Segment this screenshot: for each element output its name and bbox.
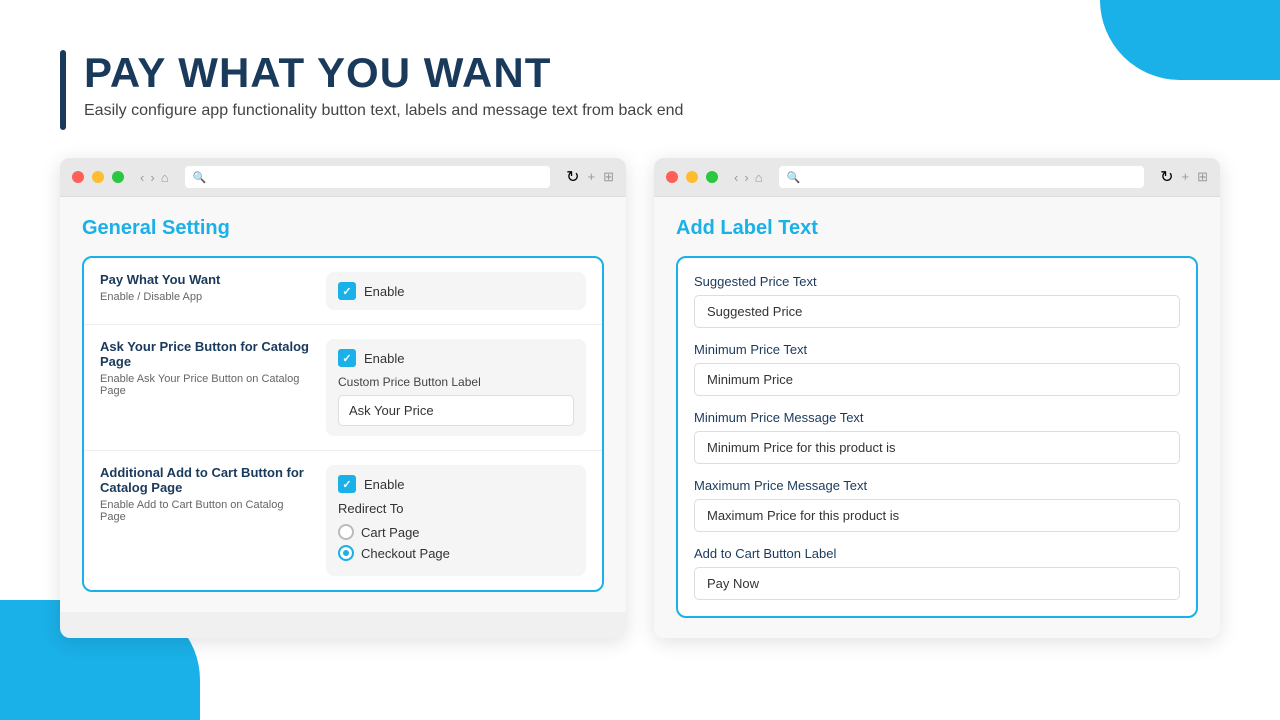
custom-label-text: Custom Price Button Label — [338, 375, 574, 389]
setting-row-pwyw: Pay What You Want Enable / Disable App E… — [84, 258, 602, 325]
browser-nav-r: ‹ › ⌂ — [734, 170, 763, 185]
setting-title-ayp: Ask Your Price Button for Catalog Page — [100, 339, 310, 369]
right-panel-content: Add Label Text Suggested Price Text Mini… — [654, 197, 1220, 638]
right-browser-window: ‹ › ⌂ 🔍 ↻ + ⊞ Add Label Text Suggested P… — [654, 158, 1220, 638]
right-browser-bar: ‹ › ⌂ 🔍 ↻ + ⊞ — [654, 158, 1220, 197]
left-panel-content: General Setting Pay What You Want Enable… — [60, 197, 626, 612]
nav-home[interactable]: ⌂ — [161, 170, 169, 185]
form-input-4[interactable] — [694, 567, 1180, 600]
left-browser-bar: ‹ › ⌂ 🔍 ↻ + ⊞ — [60, 158, 626, 197]
panels-container: ‹ › ⌂ 🔍 ↻ + ⊞ General Setting — [60, 158, 1220, 638]
search-icon: 🔍 — [193, 171, 207, 184]
form-input-3[interactable] — [694, 499, 1180, 532]
setting-row-atc: Additional Add to Cart Button for Catalo… — [84, 451, 602, 590]
custom-price-button-input[interactable] — [338, 395, 574, 426]
checkbox-atc[interactable] — [338, 475, 356, 493]
add-tab-icon[interactable]: + — [588, 169, 596, 185]
enable-label-ayp: Enable — [364, 351, 404, 366]
form-field-2: Minimum Price Message Text — [694, 410, 1180, 464]
form-label-4: Add to Cart Button Label — [694, 546, 1180, 561]
nav-back[interactable]: ‹ — [140, 170, 144, 185]
nav-home-r[interactable]: ⌂ — [755, 170, 763, 185]
browser-nav: ‹ › ⌂ — [140, 170, 169, 185]
dot-yellow-r — [686, 171, 698, 183]
page-title: PAY WHAT YOU WANT — [84, 50, 683, 96]
enable-label-atc: Enable — [364, 477, 404, 492]
radio-row-checkout: Checkout Page — [338, 545, 574, 561]
dot-green-r — [706, 171, 718, 183]
left-browser-window: ‹ › ⌂ 🔍 ↻ + ⊞ General Setting — [60, 158, 626, 638]
setting-row-ayp: Ask Your Price Button for Catalog Page E… — [84, 325, 602, 451]
search-icon-r: 🔍 — [787, 171, 801, 184]
setting-controls-atc: Enable Redirect To Cart Page Checkout Pa… — [326, 465, 586, 576]
checkbox-pwyw[interactable] — [338, 282, 356, 300]
setting-desc-atc: Enable Add to Cart Button on Catalog Pag… — [100, 499, 310, 523]
redirect-label: Redirect To — [338, 501, 574, 516]
header-accent-bar — [60, 50, 66, 130]
setting-label-atc: Additional Add to Cart Button for Catalo… — [100, 465, 310, 523]
setting-label-pwyw: Pay What You Want Enable / Disable App — [100, 272, 310, 303]
form-input-1[interactable] — [694, 363, 1180, 396]
setting-desc-pwyw: Enable / Disable App — [100, 291, 310, 303]
enable-row-pwyw: Enable — [338, 282, 574, 300]
browser-actions: + ⊞ — [588, 169, 615, 185]
radio-checkout-page[interactable] — [338, 545, 354, 561]
header-text-block: PAY WHAT YOU WANT Easily configure app f… — [84, 50, 683, 120]
nav-back-r[interactable]: ‹ — [734, 170, 738, 185]
radio-cart-page[interactable] — [338, 524, 354, 540]
form-label-0: Suggested Price Text — [694, 274, 1180, 289]
setting-label-ayp: Ask Your Price Button for Catalog Page E… — [100, 339, 310, 397]
page-header: PAY WHAT YOU WANT Easily configure app f… — [60, 50, 1220, 130]
radio-row-cart: Cart Page — [338, 524, 574, 540]
grid-icon[interactable]: ⊞ — [603, 169, 614, 185]
form-field-3: Maximum Price Message Text — [694, 478, 1180, 532]
browser-actions-r: + ⊞ — [1182, 169, 1209, 185]
right-panel-title: Add Label Text — [676, 217, 1198, 240]
dot-red-r — [666, 171, 678, 183]
enable-row-ayp: Enable — [338, 349, 574, 367]
checkbox-ayp[interactable] — [338, 349, 356, 367]
form-label-3: Maximum Price Message Text — [694, 478, 1180, 493]
radio-checkout-label: Checkout Page — [361, 546, 450, 561]
form-label-1: Minimum Price Text — [694, 342, 1180, 357]
form-field-0: Suggested Price Text — [694, 274, 1180, 328]
page-subtitle: Easily configure app functionality butto… — [84, 102, 683, 120]
form-field-4: Add to Cart Button Label — [694, 546, 1180, 600]
address-bar-r[interactable]: 🔍 — [779, 166, 1145, 188]
label-form: Suggested Price Text Minimum Price Text … — [676, 256, 1198, 618]
dot-green — [112, 171, 124, 183]
nav-forward[interactable]: › — [150, 170, 154, 185]
setting-controls-pwyw: Enable — [326, 272, 586, 310]
setting-title-pwyw: Pay What You Want — [100, 272, 310, 287]
radio-cart-label: Cart Page — [361, 525, 420, 540]
enable-row-atc: Enable — [338, 475, 574, 493]
form-input-0[interactable] — [694, 295, 1180, 328]
nav-refresh-r[interactable]: ↻ — [1160, 167, 1173, 187]
form-label-2: Minimum Price Message Text — [694, 410, 1180, 425]
add-tab-icon-r[interactable]: + — [1182, 169, 1190, 185]
grid-icon-r[interactable]: ⊞ — [1197, 169, 1208, 185]
nav-refresh[interactable]: ↻ — [566, 167, 579, 187]
settings-card: Pay What You Want Enable / Disable App E… — [82, 256, 604, 592]
setting-title-atc: Additional Add to Cart Button for Catalo… — [100, 465, 310, 495]
form-field-1: Minimum Price Text — [694, 342, 1180, 396]
dot-yellow — [92, 171, 104, 183]
nav-forward-r[interactable]: › — [744, 170, 748, 185]
dot-red — [72, 171, 84, 183]
enable-label-pwyw: Enable — [364, 284, 404, 299]
form-input-2[interactable] — [694, 431, 1180, 464]
left-panel-title: General Setting — [82, 217, 604, 240]
setting-desc-ayp: Enable Ask Your Price Button on Catalog … — [100, 373, 310, 397]
setting-controls-ayp: Enable Custom Price Button Label — [326, 339, 586, 436]
address-bar[interactable]: 🔍 — [185, 166, 551, 188]
